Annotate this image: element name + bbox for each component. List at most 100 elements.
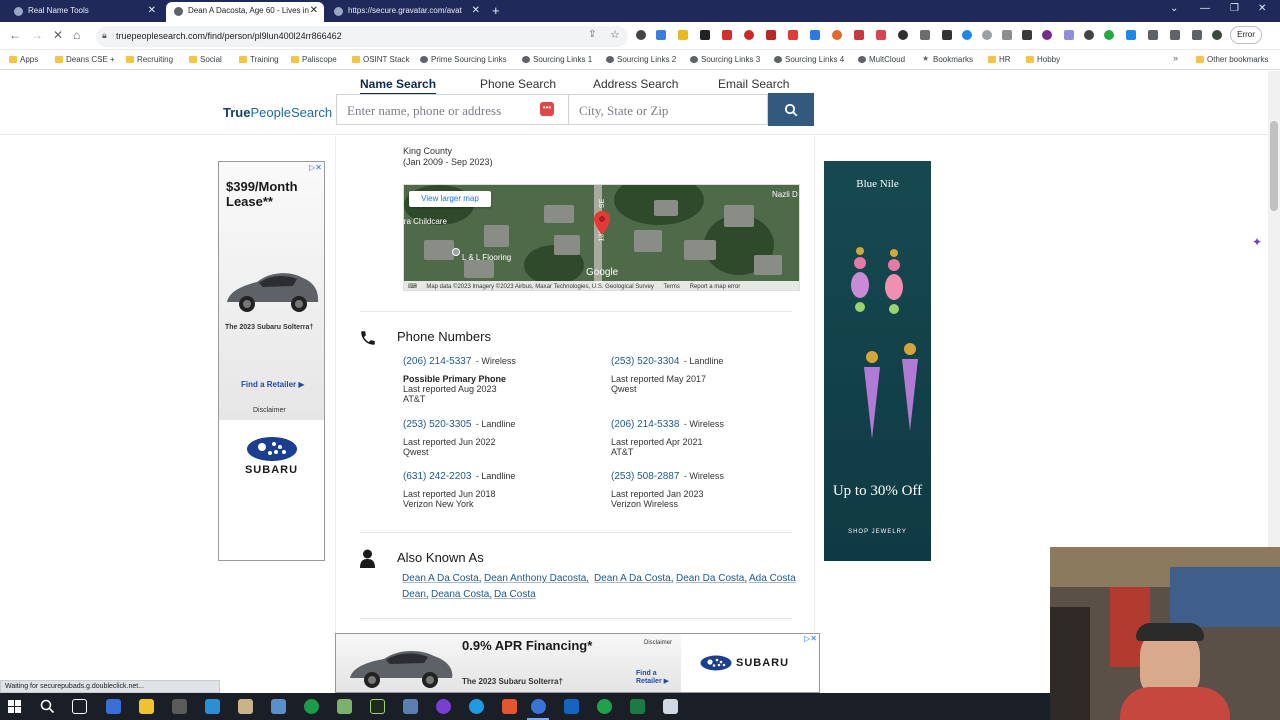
extension-icon[interactable] [744,30,754,40]
city-search-input[interactable]: City, State or Zip [568,94,768,125]
bookmark-link[interactable]: Prime Sourcing Links [420,55,507,64]
bookmark-apps[interactable]: Apps [9,55,38,64]
sparkle-icon[interactable]: ✦ [1252,235,1262,249]
extension-icon[interactable] [722,30,732,40]
bookmark-folder[interactable]: Deans CSE + [55,55,115,64]
bookmark-folder[interactable]: Social [189,55,222,64]
bookmark-link[interactable]: Bookmarks [922,54,973,64]
extension-icon[interactable] [1148,30,1158,40]
close-icon[interactable]: ✕ [472,2,480,20]
search-icon[interactable] [40,699,55,714]
tab-phone-search[interactable]: Phone Search [480,77,556,91]
bookmark-folder[interactable]: Paliscope [291,55,337,64]
taskbar-app-icon[interactable] [337,699,352,714]
extension-icon[interactable] [1126,30,1136,40]
bookmark-link[interactable]: Sourcing Links 3 [690,55,760,64]
edge-icon[interactable] [469,699,484,714]
view-larger-map-link[interactable]: View larger map [409,191,491,207]
bookmark-folder[interactable]: HR [988,55,1011,64]
minimize-button[interactable]: — [1200,3,1210,14]
chrome-icon[interactable] [531,699,546,714]
task-view-icon[interactable] [72,699,87,714]
close-window-button[interactable]: ✕ [1258,3,1266,14]
bookmark-link[interactable]: Sourcing Links 2 [606,55,676,64]
phone-number-link[interactable]: (206) 214-5337 [403,356,471,367]
adchoices-icon[interactable]: ▷✕ [309,163,322,172]
pycharm-icon[interactable] [370,699,385,714]
taskbar-app-icon[interactable] [304,699,319,714]
phone-number-link[interactable]: (253) 508-2887 [611,471,679,482]
tab-search-icon[interactable]: ⌄ [1170,3,1178,14]
stop-loading-icon[interactable]: ✕ [53,28,63,42]
back-icon[interactable]: ← [9,28,21,42]
close-icon[interactable]: ✕ [310,2,318,20]
line-icon[interactable] [597,699,612,714]
find-retailer-link[interactable]: Find a Retailer ▶ [636,670,680,686]
extension-icon[interactable] [766,30,776,40]
taskbar-app-icon[interactable] [172,699,187,714]
bookmark-star-icon[interactable]: ☆ [610,28,620,41]
adchoices-icon[interactable]: ▷✕ [804,634,817,643]
chevron-right-icon[interactable]: » [1173,53,1178,63]
taskbar-app-icon[interactable] [663,699,678,714]
site-logo[interactable]: TruePeopleSearch [223,105,332,120]
windows-start-icon[interactable] [8,700,21,713]
bookmark-folder[interactable]: Other bookmarks [1196,55,1268,64]
extension-icon[interactable] [920,30,930,40]
taskbar-app-icon[interactable] [403,699,418,714]
extension-icon[interactable] [898,30,908,40]
file-explorer-icon[interactable] [139,699,154,714]
extension-icon[interactable] [942,30,952,40]
taskbar-app-icon[interactable] [106,699,121,714]
tab-name-search[interactable]: Name Search [360,77,437,95]
alias-link[interactable]: Dean Da Costa, [676,573,747,584]
tab-real-name-tools[interactable]: Real Name Tools ✕ [6,2,162,22]
find-retailer-link[interactable]: Find a Retailer ▶ [241,380,305,389]
report-map-error-link[interactable]: Report a map error [690,284,741,290]
extension-icon[interactable] [982,30,992,40]
bookmark-link[interactable]: MultCloud [858,55,905,64]
phone-number-link[interactable]: (631) 242-2203 [403,471,471,482]
forward-icon[interactable]: → [31,28,43,42]
extension-icon[interactable] [1084,30,1094,40]
name-search-input[interactable]: Enter name, phone or address [336,94,568,125]
extension-icon[interactable] [656,30,666,40]
autofill-icon[interactable]: ••• [540,102,554,116]
alias-link[interactable]: Dean A Da Costa, [402,573,482,584]
taskbar-app-icon[interactable] [238,699,253,714]
alias-link[interactable]: Ada Costa [749,573,796,584]
taskbar-app-icon[interactable] [205,699,220,714]
bookmark-folder[interactable]: Recruiting [126,55,173,64]
tab-gravatar[interactable]: https://secure.gravatar.com/avat ✕ [326,2,486,22]
outlook-icon[interactable] [564,699,579,714]
location-map[interactable]: View larger map ira Childcare L & L Floo… [403,184,800,291]
restore-button[interactable]: ❐ [1230,3,1239,14]
keyboard-icon[interactable]: ⌨ [408,284,417,290]
bookmark-link[interactable]: Sourcing Links 4 [774,55,844,64]
alias-link[interactable]: Deana Costa, [431,589,492,600]
tab-dean-dacosta[interactable]: Dean A Dacosta, Age 60 - Lives in ✕ [166,2,324,22]
phone-number-link[interactable]: (206) 214-5338 [611,419,679,430]
map-terms-link[interactable]: Terms [664,284,680,290]
extension-icon[interactable] [876,30,886,40]
extension-icon[interactable] [700,30,710,40]
bookmark-folder[interactable]: Hobby [1026,55,1060,64]
new-tab-button[interactable]: + [492,3,500,18]
search-button[interactable] [768,93,814,126]
ad-disclaimer[interactable]: Disclaimer [644,640,672,646]
alias-link[interactable]: Dean Anthony Dacosta, [484,573,589,584]
excel-icon[interactable] [630,699,645,714]
extension-icon[interactable] [1104,30,1114,40]
phone-number-link[interactable]: (253) 520-3304 [611,356,679,367]
side-panel-icon[interactable] [1192,30,1202,40]
alias-link[interactable]: Dean A Da Costa, [594,573,674,584]
blue-nile-ad[interactable]: Blue Nile Up to 30% Off SHOP JEWELRY [824,161,931,561]
extension-icon[interactable] [636,30,646,40]
brave-icon[interactable] [502,699,517,714]
ad-disclaimer[interactable]: Disclaimer [253,407,286,414]
extension-icon[interactable] [1022,30,1032,40]
bookmark-folder[interactable]: Training [239,55,279,64]
tab-address-search[interactable]: Address Search [593,77,678,91]
close-icon[interactable]: ✕ [148,2,156,20]
extension-icon[interactable] [810,30,820,40]
